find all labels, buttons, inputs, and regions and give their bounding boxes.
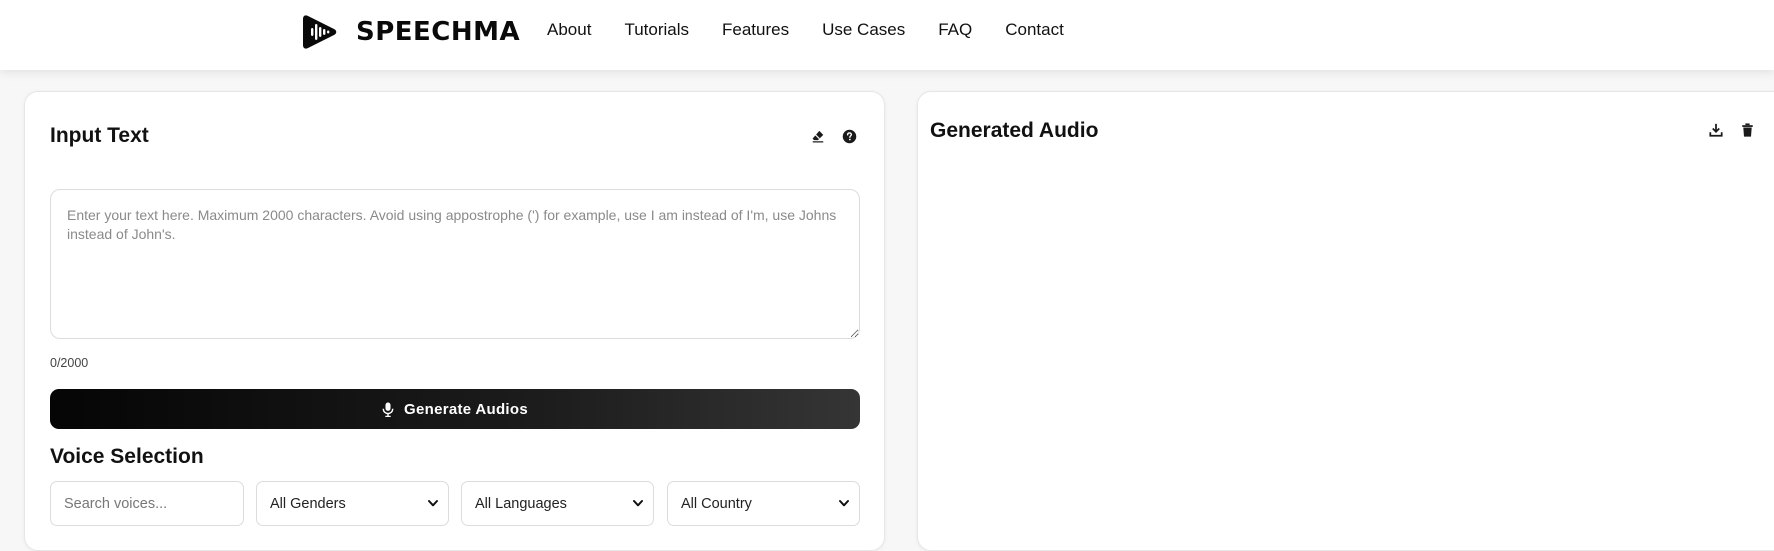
help-button[interactable]	[838, 125, 860, 147]
microphone-icon	[382, 401, 394, 417]
language-select[interactable]: All Languages	[461, 481, 654, 526]
input-text-card: Input Text 0/2000 Generate Audios Voice …	[24, 91, 885, 551]
delete-all-button[interactable]	[1736, 119, 1758, 141]
eraser-icon	[812, 130, 824, 143]
country-select-wrapper: All Country	[667, 481, 860, 526]
language-select-wrapper: All Languages	[461, 481, 654, 526]
top-navbar: SPEECHMA About Tutorials Features Use Ca…	[0, 0, 1774, 70]
gender-select-wrapper: All Genders	[256, 481, 449, 526]
voice-search-input[interactable]	[50, 481, 244, 526]
trash-icon	[1741, 123, 1753, 137]
brand-logo[interactable]: SPEECHMA	[302, 12, 520, 52]
clear-text-button[interactable]	[807, 125, 829, 147]
country-select[interactable]: All Country	[667, 481, 860, 526]
brand-name: SPEECHMA	[356, 17, 521, 47]
main-nav: About Tutorials Features Use Cases FAQ C…	[547, 20, 1064, 40]
text-input-area[interactable]	[50, 189, 860, 339]
nav-link-use-cases[interactable]: Use Cases	[822, 20, 905, 40]
character-count: 0/2000	[50, 356, 89, 370]
nav-link-tutorials[interactable]: Tutorials	[624, 20, 689, 40]
generate-audios-button[interactable]: Generate Audios	[50, 389, 860, 429]
generate-audios-label: Generate Audios	[404, 400, 528, 418]
nav-link-about[interactable]: About	[547, 20, 591, 40]
input-text-title: Input Text	[50, 124, 149, 147]
voice-selection-title: Voice Selection	[50, 445, 204, 468]
download-all-button[interactable]	[1705, 119, 1727, 141]
gender-select[interactable]: All Genders	[256, 481, 449, 526]
nav-link-features[interactable]: Features	[722, 20, 789, 40]
download-icon	[1709, 123, 1723, 137]
generated-audio-card: Generated Audio	[917, 91, 1774, 551]
generated-audio-title: Generated Audio	[930, 119, 1099, 142]
nav-link-faq[interactable]: FAQ	[938, 20, 972, 40]
question-circle-icon	[842, 129, 856, 143]
play-waveform-logo-icon	[303, 15, 337, 49]
nav-link-contact[interactable]: Contact	[1005, 20, 1064, 40]
